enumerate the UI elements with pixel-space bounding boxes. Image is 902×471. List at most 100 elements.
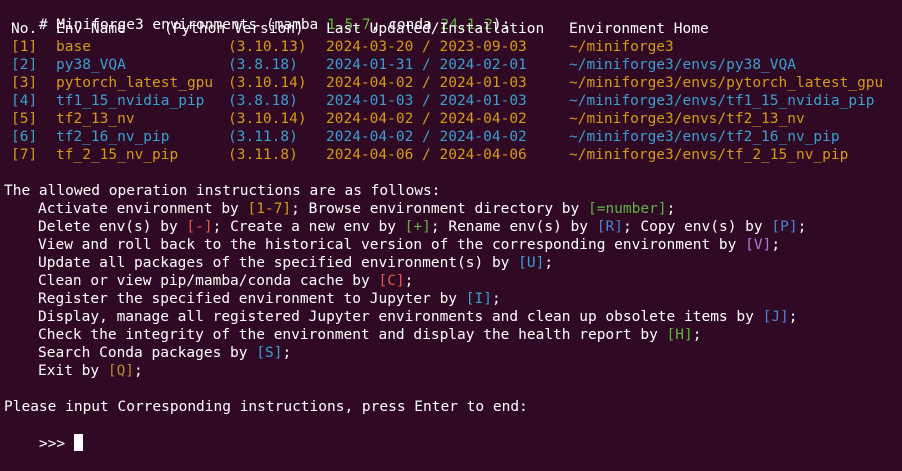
env-python-version: (3.8.18) <box>228 57 298 73</box>
env-home-path: ~/miniforge3/envs/tf2_16_nv_pip <box>569 129 840 145</box>
prompt-line[interactable]: >>> <box>4 416 83 452</box>
instruction-text: ; Copy env(s) by <box>622 219 772 235</box>
env-row: [3] pytorch_latest_gpu (3.10.14) 2024-04-02… <box>0 74 902 92</box>
instruction-text: ; <box>544 255 554 271</box>
env-dates: 2024-04-02 / 2024-01-03 <box>326 75 527 91</box>
instruction-line: View and roll back to the historical ver… <box>38 236 780 254</box>
prompt-symbol: >>> <box>38 436 74 452</box>
env-number: [4] <box>11 93 38 109</box>
instruction-text: ; <box>404 273 414 289</box>
env-python-version: (3.10.13) <box>228 39 307 55</box>
env-home-path: ~/miniforge3/envs/tf2_13_nv <box>569 111 805 127</box>
instruction-text: View and roll back to the historical ver… <box>38 237 746 253</box>
instruction-text: Display, manage all registered Jupyter e… <box>38 309 763 325</box>
command-key: [=number] <box>587 201 667 217</box>
env-number: [3] <box>11 75 38 91</box>
instruction-text: ; <box>692 327 702 343</box>
instruction-text: ; <box>797 219 807 235</box>
instruction-text: ; <box>771 237 781 253</box>
col-env-name: Env Name <box>56 21 126 37</box>
env-dates: 2024-04-02 / 2024-04-02 <box>326 111 527 127</box>
env-python-version: (3.8.18) <box>228 93 298 109</box>
env-row: [6] tf2_16_nv_pip (3.11.8) 2024-04-02 / 202… <box>0 128 902 146</box>
command-key: [S] <box>256 345 283 361</box>
env-name: tf2_13_nv <box>56 111 135 127</box>
instruction-line: Update all packages of the specified env… <box>38 254 553 272</box>
terminal-window[interactable]: # Miniforge3 environments (mamba 1.5.7, … <box>0 0 902 452</box>
instruction-text: Search Conda packages by <box>38 345 257 361</box>
env-name: py38_VQA <box>56 57 126 73</box>
col-last-updated: Last Updated/Installation <box>326 21 545 37</box>
instruction-text: Activate environment by <box>38 201 248 217</box>
env-name: tf1_15_nvidia_pip <box>56 93 205 109</box>
text-cursor[interactable] <box>73 434 83 451</box>
instruction-line: Check the integrity of the environment a… <box>38 326 701 344</box>
instruction-line: Activate environment by [1-7]; Browse en… <box>38 200 675 218</box>
command-key: [C] <box>378 273 405 289</box>
command-key: [1-7] <box>247 201 292 217</box>
env-row: [1] base (3.10.13) 2024-03-20 / 2023-09-03 ~… <box>0 38 902 56</box>
instruction-text: Exit by <box>38 363 108 379</box>
instruction-line: Exit by [Q]; <box>38 362 143 380</box>
command-key: [R] <box>596 219 623 235</box>
instruction-text: ; <box>491 291 501 307</box>
instruction-line: Display, manage all registered Jupyter e… <box>38 308 798 326</box>
col-environment-home: Environment Home <box>569 21 709 37</box>
env-python-version: (3.10.14) <box>228 75 307 91</box>
env-name: base <box>56 39 91 55</box>
env-dates: 2024-01-03 / 2024-01-03 <box>326 93 527 109</box>
instruction-text: Update all packages of the specified env… <box>38 255 519 271</box>
env-home-path: ~/miniforge3/envs/tf1_15_nvidia_pip <box>569 93 875 109</box>
instruction-text: Delete env(s) by <box>38 219 187 235</box>
env-number: [6] <box>11 129 38 145</box>
command-key: [J] <box>762 309 789 325</box>
command-key: [U] <box>518 255 545 271</box>
command-key: [I] <box>465 291 492 307</box>
env-python-version: (3.11.8) <box>228 129 298 145</box>
env-row: [7] tf_2_15_nv_pip (3.11.8) 2024-04-06 / 20… <box>0 146 902 164</box>
column-header-row: No. Env Name (Python Version) Last Updat… <box>0 20 902 38</box>
command-key: [-] <box>186 219 213 235</box>
instructions-title: The allowed operation instructions are a… <box>4 183 441 199</box>
command-key: [+] <box>404 219 431 235</box>
command-key: [H] <box>666 327 693 343</box>
env-number: [1] <box>11 39 38 55</box>
env-name: tf_2_15_nv_pip <box>56 147 179 163</box>
instruction-text: Clean or view pip/mamba/conda cache by <box>38 273 379 289</box>
instruction-text: ; <box>282 345 292 361</box>
instruction-text: Register the specified environment to Ju… <box>38 291 466 307</box>
instruction-text: ; <box>134 363 143 379</box>
instruction-line: Register the specified environment to Ju… <box>38 290 501 308</box>
instruction-text: Check the integrity of the environment a… <box>38 327 667 343</box>
env-number: [5] <box>11 111 38 127</box>
env-name: pytorch_latest_gpu <box>56 75 214 91</box>
env-dates: 2024-04-06 / 2024-04-06 <box>326 147 527 163</box>
command-key: [P] <box>771 219 798 235</box>
env-row: [5] tf2_13_nv (3.10.14) 2024-04-02 / 2024-0… <box>0 110 902 128</box>
command-key: [Q] <box>107 363 135 379</box>
env-home-path: ~/miniforge3 <box>569 39 674 55</box>
command-key: [V] <box>745 237 772 253</box>
env-home-path: ~/miniforge3/envs/py38_VQA <box>569 57 796 73</box>
instruction-text: ; Rename env(s) by <box>430 219 597 235</box>
instruction-line: Search Conda packages by [S]; <box>38 344 291 362</box>
instruction-text: ; Create a new env by <box>212 219 405 235</box>
instruction-line: Delete env(s) by [-]; Create a new env b… <box>38 218 806 236</box>
env-name: tf2_16_nv_pip <box>56 129 170 145</box>
header-line: # Miniforge3 environments (mamba 1.5.7, … <box>4 0 510 33</box>
env-dates: 2024-03-20 / 2023-09-03 <box>326 39 527 55</box>
col-python-version: (Python Version) <box>164 21 304 37</box>
env-number: [7] <box>11 147 38 163</box>
env-row: [2] py38_VQA (3.8.18) 2024-01-31 / 2024-02-… <box>0 56 902 74</box>
col-no: No. <box>11 21 38 37</box>
instruction-text: ; Browse environment directory by <box>291 201 588 217</box>
prompt-message: Please input Corresponding instructions,… <box>4 399 528 415</box>
env-home-path: ~/miniforge3/envs/pytorch_latest_gpu <box>569 75 884 91</box>
instruction-text: ; <box>788 309 798 325</box>
instruction-text: ; <box>666 201 676 217</box>
env-python-version: (3.11.8) <box>228 147 298 163</box>
env-number: [2] <box>11 57 38 73</box>
env-home-path: ~/miniforge3/envs/tf_2_15_nv_pip <box>569 147 849 163</box>
instruction-line: Clean or view pip/mamba/conda cache by [… <box>38 272 413 290</box>
env-dates: 2024-04-02 / 2024-04-02 <box>326 129 527 145</box>
